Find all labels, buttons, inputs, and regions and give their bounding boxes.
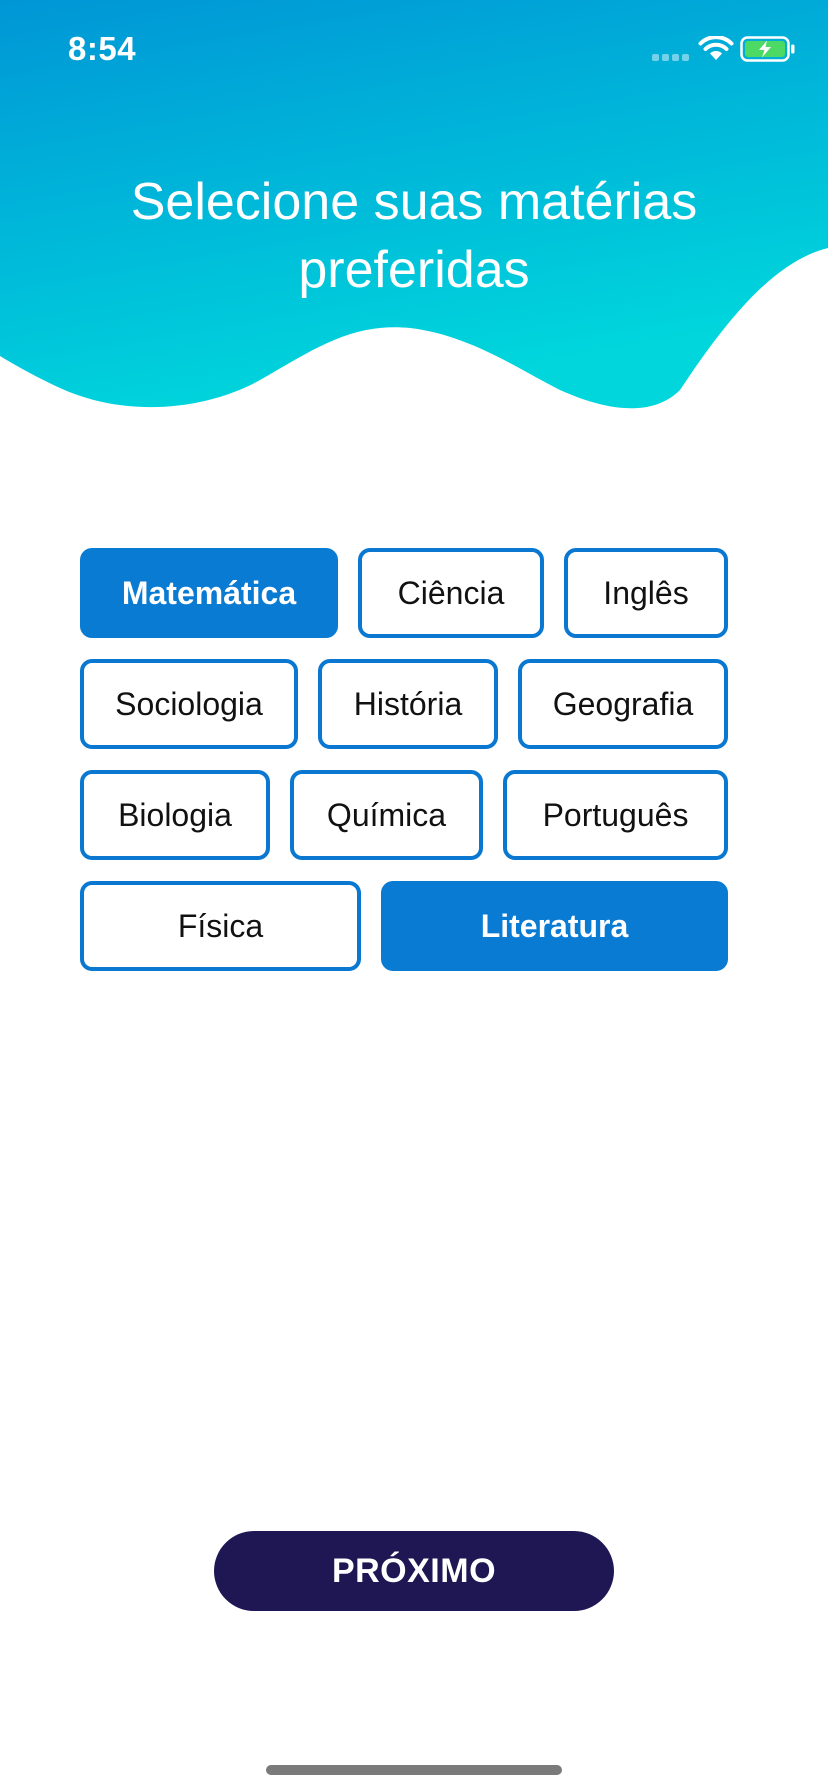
wifi-icon	[698, 36, 734, 60]
status-bar: 8:54	[0, 0, 828, 100]
cellular-signal-icon	[652, 54, 692, 62]
subject-chip-historia[interactable]: História	[318, 659, 498, 749]
subject-chip-geografia[interactable]: Geografia	[518, 659, 728, 749]
status-time: 8:54	[68, 30, 137, 67]
next-button-label: PRÓXIMO	[331, 1551, 497, 1590]
subject-chip-label: Ciência	[397, 574, 505, 611]
subject-chip-ingles[interactable]: Inglês	[564, 548, 728, 638]
subject-chip-literatura[interactable]: Literatura	[381, 881, 728, 971]
next-button[interactable]: PRÓXIMO	[214, 1531, 614, 1611]
subject-chip-sociologia[interactable]: Sociologia	[80, 659, 298, 749]
page-title-line-2: preferidas	[298, 241, 530, 299]
battery-charging-icon	[740, 36, 795, 62]
page-title-line-1: Selecione suas matérias	[130, 173, 698, 231]
subject-chip-ciencia[interactable]: Ciência	[358, 548, 544, 638]
subject-chip-label: História	[353, 685, 463, 722]
home-indicator[interactable]	[266, 1765, 562, 1775]
subject-chip-matematica[interactable]: Matemática	[80, 548, 338, 638]
subject-chip-label: Matemática	[121, 574, 297, 611]
subject-chip-biologia[interactable]: Biologia	[80, 770, 270, 860]
subject-chip-label: Física	[177, 907, 264, 944]
subject-chip-label: Sociologia	[115, 685, 263, 722]
page-title: Selecione suas matérias preferidas	[0, 168, 828, 304]
subject-chip-label: Português	[542, 796, 689, 833]
subject-chip-label: Inglês	[603, 574, 689, 611]
subject-chip-label: Geografia	[552, 685, 694, 722]
subject-chip-label: Literatura	[480, 907, 629, 944]
subject-chip-label: Química	[326, 796, 447, 833]
subject-chip-portugues[interactable]: Português	[503, 770, 728, 860]
subject-chip-quimica[interactable]: Química	[290, 770, 483, 860]
subject-chip-fisica[interactable]: Física	[80, 881, 361, 971]
subject-chip-label: Biologia	[118, 796, 232, 833]
